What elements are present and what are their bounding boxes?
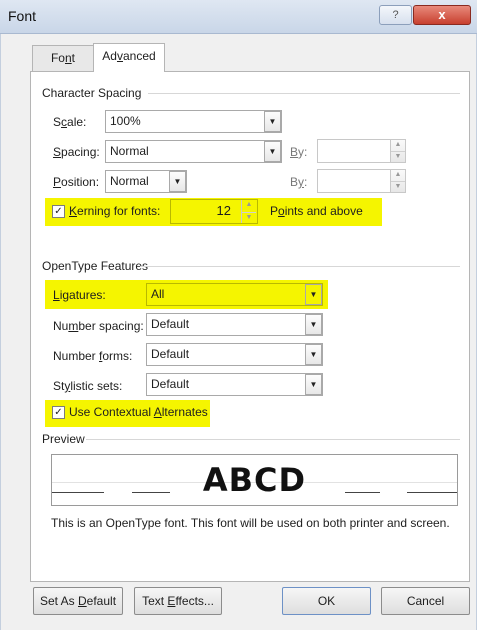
preview-sample: ABCD (202, 461, 307, 499)
preview-heading: Preview (42, 432, 85, 446)
character-spacing-heading: Character Spacing (42, 86, 142, 100)
close-button[interactable]: x (413, 5, 471, 25)
close-icon: x (438, 7, 446, 22)
ligatures-combo[interactable]: All (146, 283, 323, 306)
position-label: Position: (53, 175, 100, 189)
spin-up-icon[interactable]: ▲ (391, 140, 405, 151)
spacing-label: Spacing: (53, 145, 100, 159)
tab-font-label-rest: t (71, 51, 76, 65)
stylistic-sets-combo[interactable]: Default (146, 373, 323, 396)
tab-font-label: Fo (50, 51, 65, 65)
chevron-down-icon: ▼ (268, 117, 277, 126)
chevron-down-icon: ▼ (309, 380, 318, 389)
spin-up-icon[interactable]: ▲ (242, 200, 256, 212)
spacing-dropdown-arrow[interactable]: ▼ (264, 141, 281, 162)
ligatures-dropdown-arrow[interactable]: ▼ (305, 284, 322, 305)
chevron-down-icon: ▼ (309, 320, 318, 329)
contextual-alternates-checkbox[interactable]: ✓ (52, 406, 65, 419)
position-by-spinner[interactable]: ▲ ▼ (317, 169, 406, 193)
spin-down-icon[interactable]: ▼ (391, 151, 405, 162)
text-effects-button[interactable]: Text Effects... (134, 587, 222, 615)
ok-button[interactable]: OK (282, 587, 371, 615)
number-spacing-dropdown-arrow[interactable]: ▼ (305, 314, 322, 335)
checkmark-icon: ✓ (54, 206, 63, 217)
tab-font-label-accel: n (64, 51, 72, 65)
spacing-combo[interactable]: Normal (105, 140, 282, 163)
character-spacing-divider (148, 93, 460, 94)
help-icon: ? (392, 9, 399, 21)
scale-value: 100% (110, 114, 141, 128)
tab-font[interactable]: Font (32, 45, 94, 71)
spacing-value: Normal (110, 144, 149, 158)
help-button[interactable]: ? (379, 5, 412, 25)
preview-divider (86, 439, 460, 440)
preview-note: This is an OpenType font. This font will… (51, 516, 450, 530)
spacing-by-spinner[interactable]: ▲ ▼ (317, 139, 406, 163)
number-forms-label: Number forms: (53, 349, 133, 363)
tab-advanced[interactable]: Advanced (93, 43, 165, 72)
number-spacing-label: Number spacing: (53, 319, 144, 333)
kerning-spin-buttons[interactable]: ▲ ▼ (241, 200, 256, 223)
kerning-label: Kerning for fonts: (69, 204, 161, 218)
spin-down-icon[interactable]: ▼ (242, 211, 256, 224)
spacing-by-spin-buttons[interactable]: ▲ ▼ (390, 140, 405, 162)
spin-up-icon[interactable]: ▲ (391, 170, 405, 181)
opentype-heading: OpenType Features (42, 259, 149, 273)
scale-combo[interactable]: 100% (105, 110, 282, 133)
cancel-button[interactable]: Cancel (381, 587, 470, 615)
opentype-divider (140, 266, 460, 267)
number-forms-combo[interactable]: Default (146, 343, 323, 366)
set-as-default-button[interactable]: Set As Default (33, 587, 123, 615)
ligatures-label: Ligatures: (53, 288, 106, 302)
points-and-above-label: Points and above (270, 204, 363, 218)
number-spacing-value: Default (151, 317, 190, 331)
ligatures-value: All (151, 287, 165, 301)
stylistic-sets-dropdown-arrow[interactable]: ▼ (305, 374, 322, 395)
position-by-spin-buttons[interactable]: ▲ ▼ (390, 170, 405, 192)
kerning-points-value: 12 (216, 203, 231, 218)
chevron-down-icon: ▼ (309, 350, 318, 359)
spacing-by-label: By: (290, 145, 308, 159)
number-forms-dropdown-arrow[interactable]: ▼ (305, 344, 322, 365)
contextual-alternates-label: Use Contextual Alternates (69, 405, 208, 419)
tab-advanced-label-rest: anced (122, 49, 156, 63)
scale-dropdown-arrow[interactable]: ▼ (264, 111, 281, 132)
position-value: Normal (110, 174, 149, 188)
chevron-down-icon: ▼ (268, 147, 277, 156)
number-spacing-combo[interactable]: Default (146, 313, 323, 336)
stylistic-sets-label: Stylistic sets: (53, 379, 123, 393)
window-title: Font (8, 8, 37, 24)
position-by-label: By: (290, 175, 308, 189)
preview-box: ABCD (51, 454, 458, 506)
tab-advanced-label: Ad (102, 49, 117, 63)
checkmark-icon: ✓ (54, 407, 63, 418)
spin-down-icon[interactable]: ▼ (391, 181, 405, 192)
chevron-down-icon: ▼ (173, 177, 182, 186)
chevron-down-icon: ▼ (309, 290, 318, 299)
scale-label: Scale: (53, 115, 87, 129)
kerning-checkbox[interactable]: ✓ (52, 205, 65, 218)
stylistic-sets-value: Default (151, 377, 190, 391)
position-dropdown-arrow[interactable]: ▼ (169, 171, 186, 192)
number-forms-value: Default (151, 347, 190, 361)
